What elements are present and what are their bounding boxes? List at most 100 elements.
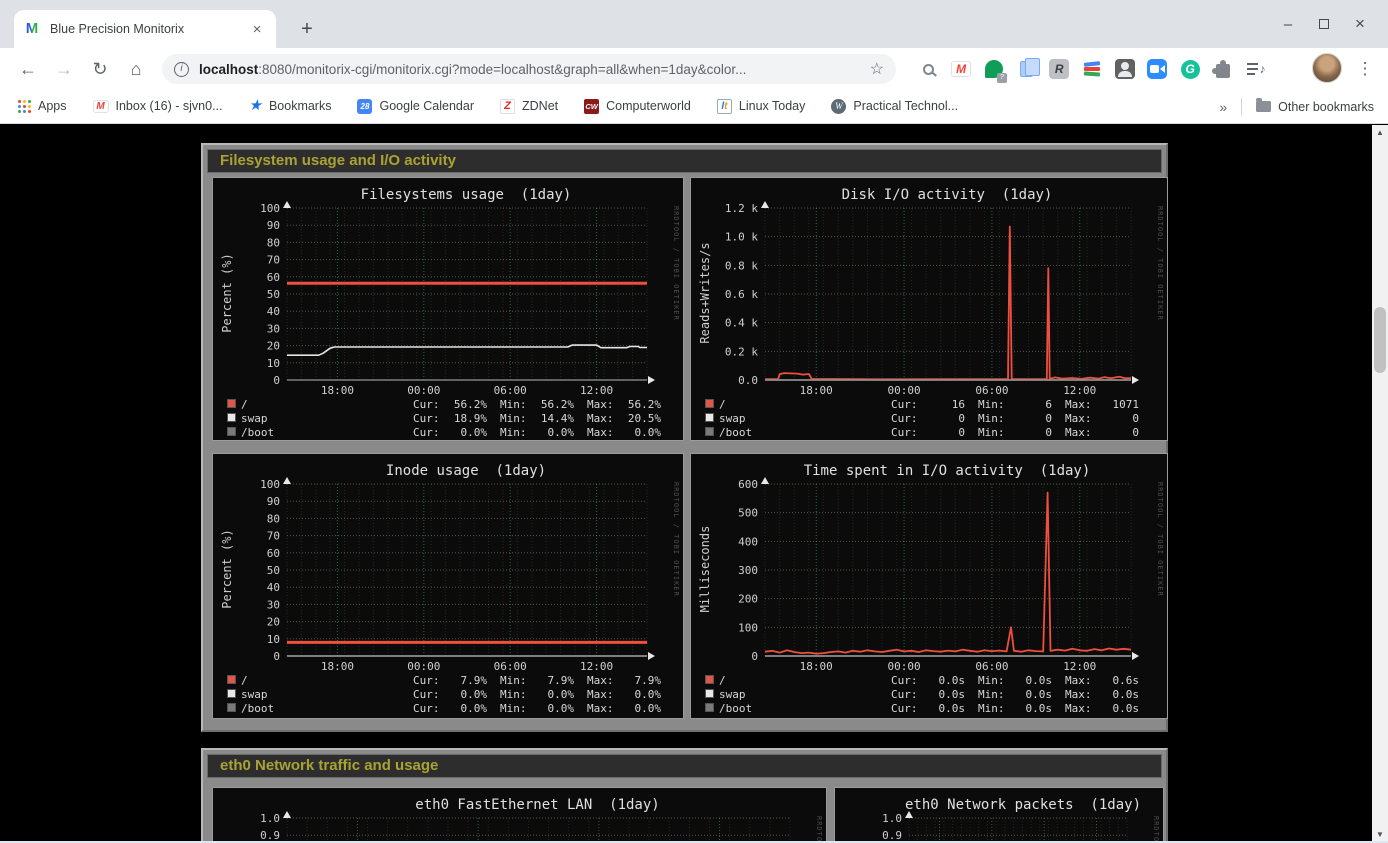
address-bar[interactable]: i localhost:8080/monitorix-cgi/monitorix… <box>162 54 896 84</box>
chart-title: Inode usage (1day) <box>283 463 649 479</box>
bookmark-google-calendar[interactable]: 28 Google Calendar <box>357 99 474 114</box>
section-title-filesystem: Filesystem usage and I/O activity <box>207 149 1162 173</box>
svg-text:1.0 k: 1.0 k <box>725 231 758 244</box>
zdnet-icon: Z <box>500 99 515 114</box>
apps-grid-icon <box>18 100 31 113</box>
window-minimize-button[interactable]: – <box>1274 12 1302 36</box>
scrollbar-up-icon[interactable]: ▲ <box>1372 125 1388 141</box>
star-icon: ★ <box>249 99 262 113</box>
svg-text:200: 200 <box>738 593 758 606</box>
page-viewport: Filesystem usage and I/O activity 18:000… <box>0 125 1388 843</box>
svg-text:00:00: 00:00 <box>407 384 440 397</box>
svg-text:30: 30 <box>267 598 280 611</box>
search-extension-icon[interactable] <box>916 57 940 81</box>
person-icon <box>1115 59 1135 79</box>
bookmarks-bar: Apps M Inbox (16) - sjvn0... ★ Bookmarks… <box>0 89 1388 124</box>
bookmark-zdnet[interactable]: Z ZDNet <box>500 99 558 114</box>
r-letter-icon: R <box>1049 59 1069 79</box>
r-extension-icon[interactable]: R <box>1047 57 1071 81</box>
svg-text:00:00: 00:00 <box>888 660 921 673</box>
svg-text:30: 30 <box>267 322 280 335</box>
bookmarks-overflow-button[interactable]: » <box>1219 99 1227 115</box>
chart-eth0-packets[interactable]: 18:0000:0006:0012:000.00.10.20.30.40.50.… <box>834 787 1164 843</box>
svg-text:0: 0 <box>273 650 280 663</box>
chart-time-io-activity[interactable]: 18:0000:0006:0012:000100200300400500600 … <box>690 453 1168 719</box>
svg-text:0: 0 <box>273 374 280 387</box>
svg-text:60: 60 <box>267 547 280 560</box>
chart-title: eth0 Network packets (1day) <box>905 797 1129 813</box>
browser-tab[interactable]: M Blue Precision Monitorix × <box>14 10 276 48</box>
copy-pages-extension-icon[interactable] <box>1015 57 1039 81</box>
bookmark-apps[interactable]: Apps <box>18 99 67 113</box>
svg-text:0: 0 <box>751 650 758 663</box>
svg-text:10: 10 <box>267 633 280 646</box>
svg-text:12:00: 12:00 <box>580 384 613 397</box>
reading-list-icon[interactable]: ♪ <box>1244 57 1268 81</box>
url-text[interactable]: localhost:8080/monitorix-cgi/monitorix.c… <box>199 62 862 77</box>
book-stack-icon <box>1083 61 1101 77</box>
chart-ylabel: Percent (%) <box>220 483 234 655</box>
tab-strip: M Blue Precision Monitorix × + – × <box>0 0 1388 48</box>
reload-button[interactable]: ↻ <box>86 55 114 83</box>
bookmark-bookmarks[interactable]: ★ Bookmarks <box>249 99 332 113</box>
grammarly-extension-icon[interactable]: G <box>1178 57 1202 81</box>
back-button[interactable]: ← <box>14 55 42 83</box>
svg-text:18:00: 18:00 <box>321 384 354 397</box>
svg-text:20: 20 <box>267 340 280 353</box>
bookmark-linux-today[interactable]: lt Linux Today <box>717 99 806 114</box>
svg-text:12:00: 12:00 <box>1063 384 1096 397</box>
bookmarks-separator <box>1241 98 1242 116</box>
page-scrollbar[interactable]: ▲ ▼ <box>1372 125 1388 843</box>
rrdtool-watermark: RRDTOOL / TOBI OETIKER <box>672 206 680 321</box>
svg-text:70: 70 <box>267 530 280 543</box>
svg-text:00:00: 00:00 <box>888 384 921 397</box>
gmail-m-icon: M <box>951 61 971 77</box>
rrdtool-watermark: RRDTOOL / TOBI OETIKER <box>1156 206 1164 321</box>
rrdtool-watermark: RRDTOOL / TOBI OETIKER <box>1156 482 1164 597</box>
chart-inode-usage[interactable]: 18:0000:0006:0012:0001020304050607080901… <box>212 453 684 719</box>
svg-text:1.2 k: 1.2 k <box>725 202 758 215</box>
wordpress-icon: W <box>831 99 846 114</box>
section-title-network: eth0 Network traffic and usage <box>207 754 1162 778</box>
books-extension-icon[interactable] <box>1080 57 1104 81</box>
svg-text:500: 500 <box>738 507 758 520</box>
bookmark-inbox[interactable]: M Inbox (16) - sjvn0... <box>93 99 223 113</box>
svg-text:06:00: 06:00 <box>494 384 527 397</box>
window-maximize-button[interactable] <box>1310 12 1338 36</box>
chart-title: Disk I/O activity (1day) <box>761 187 1133 203</box>
bookmark-star-icon[interactable]: ☆ <box>870 59 884 79</box>
chart-eth0-traffic[interactable]: 18:0000:0006:0012:000.00.10.20.30.40.50.… <box>212 787 827 843</box>
svg-text:06:00: 06:00 <box>975 660 1008 673</box>
tab-title: Blue Precision Monitorix <box>50 22 248 36</box>
forward-button[interactable]: → <box>50 55 78 83</box>
svg-text:1.0: 1.0 <box>882 812 902 825</box>
other-bookmarks-button[interactable]: Other bookmarks <box>1256 100 1374 114</box>
svg-text:40: 40 <box>267 305 280 318</box>
chat-extension-icon[interactable] <box>982 57 1006 81</box>
svg-text:06:00: 06:00 <box>494 660 527 673</box>
calendar-icon: 28 <box>357 99 372 114</box>
svg-text:100: 100 <box>260 202 280 215</box>
chart-ylabel: Kbytes/s <box>220 817 234 843</box>
bookmark-computerworld[interactable]: CW Computerworld <box>584 99 691 114</box>
browser-menu-button[interactable]: ⋮ <box>1352 55 1378 83</box>
svg-text:00:00: 00:00 <box>407 660 440 673</box>
tab-close-icon[interactable]: × <box>248 21 266 38</box>
account-extension-icon[interactable] <box>1113 57 1137 81</box>
new-tab-button[interactable]: + <box>294 17 320 43</box>
svg-text:50: 50 <box>267 564 280 577</box>
window-close-button[interactable]: × <box>1346 12 1374 36</box>
gmail-extension-icon[interactable]: M <box>949 57 973 81</box>
svg-text:100: 100 <box>738 621 758 634</box>
site-info-icon[interactable]: i <box>174 62 189 77</box>
profile-avatar[interactable] <box>1312 53 1342 83</box>
extensions-puzzle-icon[interactable] <box>1211 57 1235 81</box>
gmail-m-icon: M <box>93 100 109 113</box>
scrollbar-thumb[interactable] <box>1374 307 1386 373</box>
video-call-extension-icon[interactable] <box>1145 57 1169 81</box>
bookmark-practical-technology[interactable]: W Practical Technol... <box>831 99 958 114</box>
home-button[interactable]: ⌂ <box>122 55 150 83</box>
section-network: eth0 Network traffic and usage 18:0000:0… <box>201 748 1168 843</box>
chart-disk-io-activity[interactable]: 18:0000:0006:0012:000.00.2 k0.4 k0.6 k0.… <box>690 177 1168 441</box>
chart-filesystems-usage[interactable]: 18:0000:0006:0012:0001020304050607080901… <box>212 177 684 441</box>
